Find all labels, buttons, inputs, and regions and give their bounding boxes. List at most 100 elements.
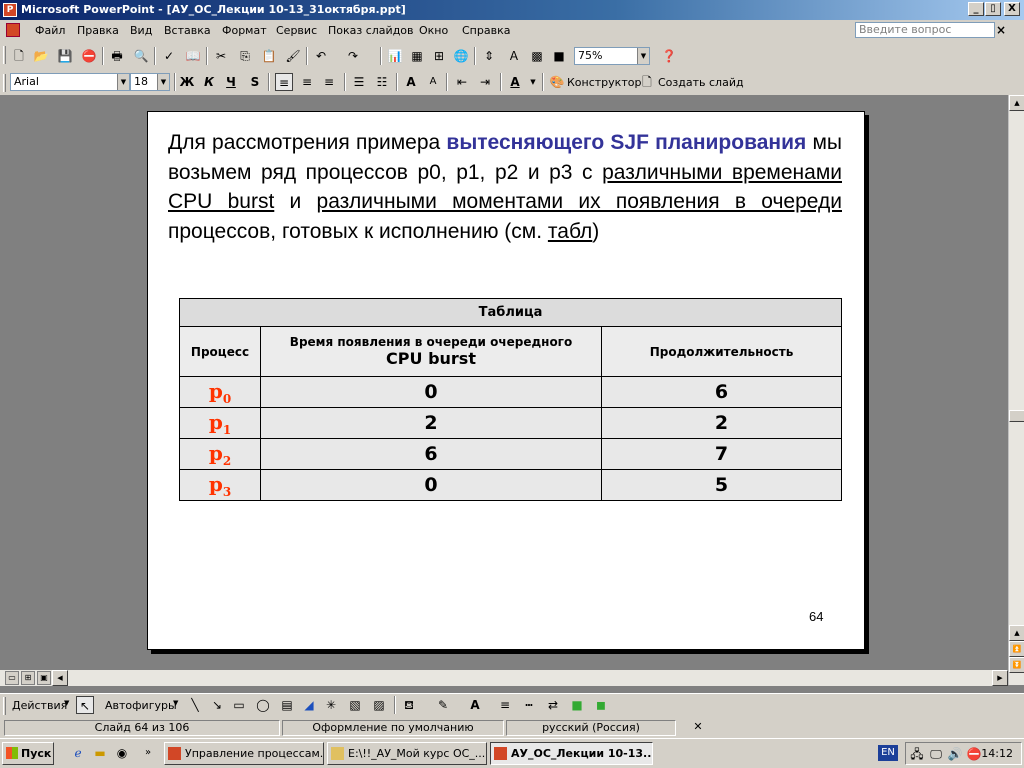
rectangle-icon[interactable]: ▭ [230, 696, 248, 714]
slide-body-text[interactable]: Для рассмотрения примера вытесняющего SJ… [168, 128, 842, 246]
task-current-presentation[interactable]: АУ_ОС_Лекции 10-13... [490, 742, 653, 765]
show-grid-icon[interactable]: ▩ [528, 47, 546, 65]
spelling-icon[interactable]: ✓ [160, 47, 178, 65]
task-explorer[interactable]: E:\!!_АУ_Мой курс ОС_... [327, 742, 487, 765]
chevron-down-icon[interactable]: ▼ [173, 699, 178, 707]
display-icon[interactable]: 🖵 [928, 746, 944, 762]
line-color-icon[interactable]: ✎ [434, 696, 452, 714]
toolbar-grip[interactable] [3, 697, 6, 715]
paste-icon[interactable]: 📋 [260, 47, 278, 65]
bold-button[interactable]: Ж [178, 73, 196, 91]
autoshapes-menu[interactable]: Автофигуры [105, 699, 177, 712]
font-size-select[interactable]: 18 ▼ [130, 73, 170, 91]
ask-question-input[interactable]: Введите вопрос [855, 22, 995, 38]
dash-style-icon[interactable]: ┅ [520, 696, 538, 714]
chevron-down-icon[interactable]: ▼ [117, 74, 129, 90]
normal-view-icon[interactable]: ▭ [5, 671, 19, 685]
permission-icon[interactable]: ⛔ [80, 47, 98, 65]
document-icon[interactable] [6, 23, 20, 37]
cut-icon[interactable]: ✂ [212, 47, 230, 65]
clipart-icon[interactable]: ▧ [346, 696, 364, 714]
undo-icon[interactable]: ↶ [312, 47, 330, 65]
help-icon[interactable]: ❓ [660, 47, 678, 65]
format-painter-icon[interactable]: 🖌 [284, 47, 302, 65]
chevron-down-icon[interactable]: ▼ [64, 699, 69, 707]
vertical-scrollbar[interactable]: ▲ ▲ ⏫ ⏬ [1008, 95, 1024, 685]
toolbar-grip[interactable] [3, 46, 6, 64]
copy-icon[interactable]: ⎘ [236, 47, 254, 65]
scroll-left-icon[interactable]: ◀ [52, 670, 68, 686]
underline-button[interactable]: Ч [222, 73, 240, 91]
slideshow-icon[interactable]: ▣ [37, 671, 51, 685]
volume-icon[interactable]: 🔊 [947, 746, 963, 762]
diagram-icon[interactable]: ✳ [322, 696, 340, 714]
media-icon[interactable]: ◉ [114, 745, 130, 761]
font-color-icon[interactable]: A [466, 696, 484, 714]
print-icon[interactable]: 🖶 [108, 47, 126, 65]
minimize-button[interactable]: _ [968, 2, 984, 16]
zoom-select[interactable]: 75% ▼ [574, 47, 650, 65]
open-icon[interactable]: 📂 [32, 47, 50, 65]
picture-icon[interactable]: ▨ [370, 696, 388, 714]
close-button[interactable]: X [1004, 2, 1020, 16]
tables-borders-icon[interactable]: ⊞ [430, 47, 448, 65]
wordart-icon[interactable]: ◢ [300, 696, 318, 714]
previous-slide-icon[interactable]: ⏫ [1009, 641, 1024, 657]
insert-table-icon[interactable]: ▦ [408, 47, 426, 65]
menu-window[interactable]: Окно [419, 24, 448, 37]
chevron-down-icon[interactable]: ▼ [157, 74, 169, 90]
align-center-icon[interactable]: ≡ [298, 73, 316, 91]
powerpoint-app-icon[interactable]: P [3, 3, 17, 17]
menu-slideshow[interactable]: Показ слайдов [328, 24, 414, 37]
language-status[interactable]: русский (Россия) [506, 720, 676, 736]
scroll-up-icon[interactable]: ▲ [1009, 95, 1024, 111]
shadow-button[interactable]: S [246, 73, 264, 91]
align-left-icon[interactable]: ≡ [275, 73, 293, 91]
save-icon[interactable]: 💾 [56, 47, 74, 65]
close-document-icon[interactable]: × [996, 23, 1006, 37]
bullets-icon[interactable]: ☷ [373, 73, 391, 91]
design-name[interactable]: Оформление по умолчанию [282, 720, 504, 736]
quicklaunch-more-icon[interactable]: » [140, 745, 156, 761]
font-select[interactable]: Arial ▼ [10, 73, 130, 91]
menu-format[interactable]: Формат [222, 24, 267, 37]
folder-icon[interactable]: ▬ [92, 745, 108, 761]
menu-view[interactable]: Вид [130, 24, 152, 37]
scroll-up-icon[interactable]: ▲ [1009, 625, 1024, 641]
arrow-icon[interactable]: ↘ [208, 696, 226, 714]
ie-icon[interactable]: ℯ [70, 745, 86, 761]
new-slide-button[interactable]: Создать слайд [658, 76, 744, 89]
print-preview-icon[interactable]: 🔍 [132, 47, 150, 65]
network-icon[interactable]: 🖧 [909, 746, 925, 762]
slide[interactable]: Для рассмотрения примера вытесняющего SJ… [147, 111, 865, 650]
chevron-down-icon[interactable]: ▼ [637, 48, 649, 64]
numbering-icon[interactable]: ☰ [350, 73, 368, 91]
new-slide-icon[interactable]: 🗋 [638, 73, 656, 91]
textbox-icon[interactable]: ▤ [278, 696, 296, 714]
menu-insert[interactable]: Вставка [164, 24, 211, 37]
3d-style-icon[interactable]: ◼ [592, 696, 610, 714]
scroll-thumb[interactable] [1009, 410, 1024, 422]
redo-icon[interactable]: ↷ [344, 47, 362, 65]
shadow-style-icon[interactable]: ■ [568, 696, 586, 714]
actions-menu[interactable]: Действия [12, 699, 67, 712]
maximize-button[interactable]: ▯ [985, 2, 1001, 16]
research-icon[interactable]: 📖 [184, 47, 202, 65]
task-process-management[interactable]: Управление процессам... [164, 742, 324, 765]
show-formatting-icon[interactable]: Ａ [505, 47, 523, 65]
scroll-right-icon[interactable]: ▶ [992, 670, 1008, 686]
align-right-icon[interactable]: ≡ [320, 73, 338, 91]
line-icon[interactable]: ╲ [186, 696, 204, 714]
increase-indent-icon[interactable]: ⇥ [476, 73, 494, 91]
menu-edit[interactable]: Правка [77, 24, 119, 37]
next-slide-icon[interactable]: ⏬ [1009, 657, 1024, 673]
insert-chart-icon[interactable]: 📊 [386, 47, 404, 65]
menu-tools[interactable]: Сервис [276, 24, 317, 37]
hyperlink-icon[interactable]: 🌐 [452, 47, 470, 65]
fill-color-icon[interactable]: ⛾ [400, 696, 418, 714]
decrease-indent-icon[interactable]: ⇤ [453, 73, 471, 91]
menu-help[interactable]: Справка [462, 24, 510, 37]
language-indicator[interactable]: EN [878, 745, 898, 761]
designer-icon[interactable]: 🎨 [548, 73, 566, 91]
new-icon[interactable]: 🗋 [10, 47, 28, 65]
